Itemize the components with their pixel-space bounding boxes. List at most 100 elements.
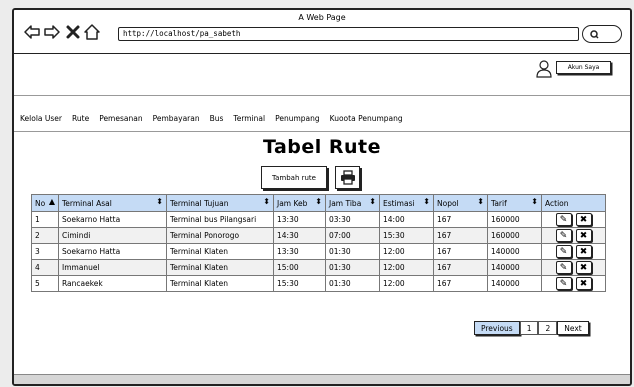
cell-nopol: 167 bbox=[433, 259, 488, 276]
user-icon bbox=[536, 60, 552, 78]
menu-item-kelola-user[interactable]: Kelola User bbox=[20, 114, 62, 123]
table-row: 3 Soekarno Hatta Terminal Klaten 13:30 0… bbox=[31, 243, 606, 260]
cell-estimasi: 15:30 bbox=[379, 227, 434, 244]
delete-icon[interactable]: ✖ bbox=[575, 213, 592, 226]
add-route-button[interactable]: Tambah rute bbox=[261, 166, 327, 189]
sort-icon: ⬍ bbox=[263, 197, 270, 206]
pagination-next-button[interactable]: Next bbox=[557, 321, 589, 335]
cell-action: ✎ ✖ bbox=[541, 227, 606, 244]
browser-titlebar: A Web Page http://localhost/pa_sabeth bbox=[14, 10, 630, 54]
cell-terminal-asal: Immanuel bbox=[58, 259, 167, 276]
print-button[interactable] bbox=[335, 166, 360, 189]
menu-item-kuota-penumpang[interactable]: Kuoota Penumpang bbox=[330, 114, 403, 123]
pagination: Previous 1 2 Next bbox=[474, 321, 589, 335]
column-header-action: Action bbox=[541, 194, 606, 212]
cell-jam-keberangkatan: 14:30 bbox=[273, 227, 326, 244]
column-header-jam-keberangkatan[interactable]: Jam Keb ⬍ bbox=[273, 194, 326, 212]
address-bar[interactable]: http://localhost/pa_sabeth bbox=[118, 27, 579, 41]
cell-jam-tiba: 01:30 bbox=[325, 243, 380, 260]
cell-action: ✎ ✖ bbox=[541, 275, 606, 292]
cell-terminal-tujuan: Terminal Klaten bbox=[166, 259, 274, 276]
cell-jam-tiba: 01:30 bbox=[325, 259, 380, 276]
cell-estimasi: 12:00 bbox=[379, 243, 434, 260]
menu-item-rute[interactable]: Rute bbox=[72, 114, 89, 123]
cell-terminal-asal: Soekarno Hatta bbox=[58, 243, 167, 260]
cell-nopol: 167 bbox=[433, 227, 488, 244]
column-header-tarif[interactable]: Tarif ⬍ bbox=[487, 194, 542, 212]
delete-icon[interactable]: ✖ bbox=[575, 277, 592, 290]
edit-icon[interactable]: ✎ bbox=[555, 245, 572, 258]
sort-icon: ⬍ bbox=[531, 197, 538, 206]
menu-divider bbox=[14, 131, 630, 132]
printer-icon bbox=[340, 170, 355, 185]
sort-icon: ⬍ bbox=[477, 197, 484, 206]
edit-icon[interactable]: ✎ bbox=[555, 277, 572, 290]
edit-icon[interactable]: ✎ bbox=[555, 229, 572, 242]
cell-no: 1 bbox=[31, 211, 59, 228]
cell-terminal-tujuan: Terminal bus Pilangsari bbox=[166, 211, 274, 228]
search-icon bbox=[590, 30, 599, 39]
home-icon[interactable] bbox=[84, 24, 100, 40]
cell-no: 4 bbox=[31, 259, 59, 276]
edit-icon[interactable]: ✎ bbox=[555, 213, 572, 226]
cell-tarif: 160000 bbox=[487, 211, 542, 228]
cell-tarif: 140000 bbox=[487, 275, 542, 292]
cell-jam-tiba: 07:00 bbox=[325, 227, 380, 244]
sort-icon: ⬍ bbox=[156, 197, 163, 206]
menu-item-bus[interactable]: Bus bbox=[210, 114, 224, 123]
table-header-row: No ▲ Terminal Asal ⬍ Terminal Tujuan ⬍ Jam … bbox=[31, 194, 606, 212]
sort-icon: ⬍ bbox=[369, 197, 376, 206]
cell-terminal-tujuan: Terminal Ponorogo bbox=[166, 227, 274, 244]
cell-jam-tiba: 03:30 bbox=[325, 211, 380, 228]
cell-estimasi: 14:00 bbox=[379, 211, 434, 228]
cell-action: ✎ ✖ bbox=[541, 259, 606, 276]
menu-item-terminal[interactable]: Terminal bbox=[233, 114, 265, 123]
delete-icon[interactable]: ✖ bbox=[575, 261, 592, 274]
cell-jam-keberangkatan: 15:30 bbox=[273, 275, 326, 292]
table-row: 4 Immanuel Terminal Klaten 15:00 01:30 1… bbox=[31, 259, 606, 276]
cell-nopol: 167 bbox=[433, 243, 488, 260]
page-header: Akun Saya bbox=[14, 54, 630, 96]
browser-search-button[interactable] bbox=[582, 25, 622, 43]
table-row: 2 Cimindi Terminal Ponorogo 14:30 07:00 … bbox=[31, 227, 606, 244]
pagination-page-2[interactable]: 2 bbox=[538, 321, 558, 335]
forward-arrow-icon[interactable] bbox=[44, 24, 60, 40]
cell-terminal-tujuan: Terminal Klaten bbox=[166, 243, 274, 260]
column-header-jam-tiba[interactable]: Jam Tiba ⬍ bbox=[325, 194, 380, 212]
cell-no: 5 bbox=[31, 275, 59, 292]
table-row: 5 Rancaekek Terminal Klaten 15:30 01:30 … bbox=[31, 275, 606, 292]
cell-no: 2 bbox=[31, 227, 59, 244]
edit-icon[interactable]: ✎ bbox=[555, 261, 572, 274]
sort-icon: ⬍ bbox=[423, 197, 430, 206]
menu-item-pemesanan[interactable]: Pemesanan bbox=[99, 114, 142, 123]
menu-item-penumpang[interactable]: Penumpang bbox=[275, 114, 320, 123]
back-arrow-icon[interactable] bbox=[24, 24, 40, 40]
cell-jam-keberangkatan: 13:30 bbox=[273, 211, 326, 228]
window-status-bar bbox=[14, 374, 630, 384]
stop-x-icon[interactable] bbox=[65, 24, 81, 40]
delete-icon[interactable]: ✖ bbox=[575, 245, 592, 258]
column-header-terminal-tujuan[interactable]: Terminal Tujuan ⬍ bbox=[166, 194, 274, 212]
window-title: A Web Page bbox=[298, 13, 346, 22]
delete-icon[interactable]: ✖ bbox=[575, 229, 592, 242]
column-header-estimasi[interactable]: Estimasi ⬍ bbox=[379, 194, 434, 212]
route-table: No ▲ Terminal Asal ⬍ Terminal Tujuan ⬍ Jam … bbox=[31, 194, 606, 292]
cell-jam-keberangkatan: 13:30 bbox=[273, 243, 326, 260]
cell-estimasi: 12:00 bbox=[379, 259, 434, 276]
cell-terminal-asal: Cimindi bbox=[58, 227, 167, 244]
cell-terminal-tujuan: Terminal Klaten bbox=[166, 275, 274, 292]
column-header-nopol[interactable]: Nopol ⬍ bbox=[433, 194, 488, 212]
cell-jam-tiba: 01:30 bbox=[325, 275, 380, 292]
menu-item-pembayaran[interactable]: Pembayaran bbox=[153, 114, 200, 123]
cell-terminal-asal: Soekarno Hatta bbox=[58, 211, 167, 228]
pagination-page-1[interactable]: 1 bbox=[519, 321, 539, 335]
cell-action: ✎ ✖ bbox=[541, 243, 606, 260]
cell-tarif: 160000 bbox=[487, 227, 542, 244]
column-header-no[interactable]: No ▲ bbox=[31, 194, 59, 212]
column-header-terminal-asal[interactable]: Terminal Asal ⬍ bbox=[58, 194, 167, 212]
browser-window: A Web Page http://localhost/pa_sabeth Ak… bbox=[12, 8, 632, 386]
cell-tarif: 140000 bbox=[487, 243, 542, 260]
account-button[interactable]: Akun Saya bbox=[556, 61, 611, 74]
main-menu: Kelola User Rute Pemesanan Pembayaran Bu… bbox=[20, 114, 403, 123]
pagination-previous-button[interactable]: Previous bbox=[474, 321, 520, 335]
